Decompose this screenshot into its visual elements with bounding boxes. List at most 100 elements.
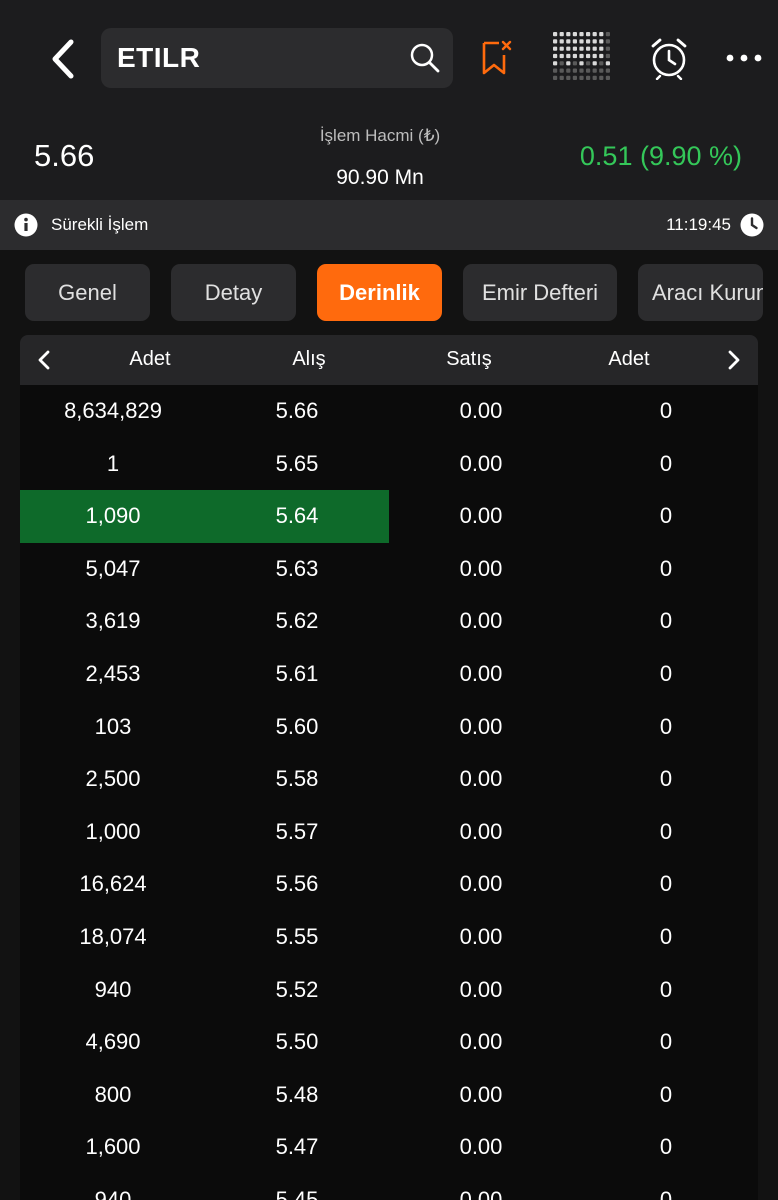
ask-qty-cell: 0 — [659, 1134, 673, 1160]
table-header: Adet Alış Satış Adet — [20, 335, 758, 385]
back-chevron-icon[interactable] — [40, 34, 86, 84]
chevron-left-icon[interactable] — [32, 347, 58, 373]
tab-label: Genel — [58, 279, 117, 305]
session-status-bar: Sürekli İşlem 11:19:45 — [0, 200, 778, 250]
session-time: 11:19:45 — [666, 215, 731, 234]
table-row[interactable]: 1,090 5.64 0.00 0 — [20, 490, 758, 543]
column-bid-qty[interactable]: Adet — [100, 348, 200, 371]
table-row[interactable]: 1,000 5.57 0.00 0 — [20, 806, 758, 859]
ask-price-cell: 0.00 — [459, 713, 503, 739]
bid-qty-cell: 1,000 — [85, 818, 141, 844]
ask-price-cell: 0.00 — [459, 555, 503, 581]
table-row[interactable]: 800 5.48 0.00 0 — [20, 1069, 758, 1122]
table-row[interactable]: 4,690 5.50 0.00 0 — [20, 1016, 758, 1069]
ask-price-cell: 0.00 — [459, 608, 503, 634]
bid-price-cell: 5.61 — [275, 660, 319, 686]
bid-price-cell: 5.65 — [275, 450, 319, 476]
ask-qty-cell: 0 — [659, 871, 673, 897]
remove-bookmark-icon[interactable] — [478, 38, 514, 78]
bid-qty-cell: 3,619 — [85, 608, 141, 634]
table-row[interactable]: 103 5.60 0.00 0 — [20, 701, 758, 754]
symbol-label: ETILR — [117, 42, 201, 73]
ask-price-cell: 0.00 — [459, 1029, 503, 1055]
price-change: 0.51 (9.90 %) — [579, 141, 742, 171]
bid-qty-cell: 940 — [94, 976, 132, 1002]
bid-price-cell: 5.56 — [275, 871, 319, 897]
tab-label: Aracı Kurum — [652, 279, 763, 305]
bid-qty-cell: 1,090 — [85, 503, 141, 529]
ask-price-cell: 0.00 — [459, 398, 503, 423]
clock-icon — [740, 213, 764, 237]
tab-araci-kurum[interactable]: Aracı Kurum — [638, 264, 763, 321]
ask-qty-cell: 0 — [659, 503, 673, 529]
matrix-icon[interactable] — [551, 30, 613, 84]
volume-value: 90.90 Mn — [336, 166, 424, 189]
ask-qty-cell: 0 — [659, 555, 673, 581]
table-row[interactable]: 1 5.65 0.00 0 — [20, 438, 758, 491]
table-row[interactable]: 2,453 5.61 0.00 0 — [20, 648, 758, 701]
tab-label: Detay — [204, 279, 263, 305]
ask-qty-cell: 0 — [659, 1029, 673, 1055]
table-row[interactable]: 2,500 5.58 0.00 0 — [20, 753, 758, 806]
chevron-right-icon[interactable] — [720, 347, 746, 373]
table-row[interactable]: 8,634,829 5.66 0.00 0 — [20, 385, 758, 438]
bid-price-cell: 5.45 — [275, 1186, 319, 1200]
bid-qty-cell: 1 — [106, 450, 120, 476]
ask-price-cell: 0.00 — [459, 503, 503, 529]
table-row[interactable]: 940 5.52 0.00 0 — [20, 964, 758, 1017]
bid-qty-cell: 1,600 — [85, 1134, 141, 1160]
bid-qty-cell: 4,690 — [85, 1029, 141, 1055]
search-icon[interactable] — [409, 42, 441, 74]
table-row[interactable]: 18,074 5.55 0.00 0 — [20, 911, 758, 964]
ask-price-cell: 0.00 — [459, 871, 503, 897]
alarm-icon[interactable] — [648, 36, 690, 80]
ask-price-cell: 0.00 — [459, 1081, 503, 1107]
info-icon[interactable] — [14, 213, 38, 237]
ask-price-cell: 0.00 — [459, 923, 503, 949]
tab-label: Emir Defteri — [481, 279, 599, 305]
quote-summary: 5.66 İşlem Hacmi (₺) 90.90 Mn 0.51 (9.90… — [0, 118, 778, 200]
ask-price-cell: 0.00 — [459, 450, 503, 476]
bid-qty-cell: 940 — [94, 1186, 132, 1200]
bid-price-cell: 5.58 — [275, 766, 319, 792]
tab-label: Derinlik — [339, 279, 420, 305]
bid-price-cell: 5.47 — [275, 1134, 319, 1160]
bid-qty-cell: 8,634,829 — [64, 398, 162, 423]
tab-detay[interactable]: Detay — [171, 264, 296, 321]
ask-qty-cell: 0 — [659, 976, 673, 1002]
tab-genel[interactable]: Genel — [25, 264, 150, 321]
bid-qty-cell: 18,074 — [79, 923, 147, 949]
ask-qty-cell: 0 — [659, 608, 673, 634]
ask-qty-cell: 0 — [659, 923, 673, 949]
bid-price-cell: 5.63 — [275, 555, 319, 581]
column-bid[interactable]: Alış — [259, 348, 359, 371]
bid-price-cell: 5.52 — [275, 976, 319, 1002]
column-ask[interactable]: Satış — [419, 348, 519, 371]
tab-derinlik[interactable]: Derinlik — [317, 264, 442, 321]
table-row[interactable]: 3,619 5.62 0.00 0 — [20, 595, 758, 648]
ask-qty-cell: 0 — [659, 450, 673, 476]
bid-price-cell: 5.66 — [275, 398, 319, 423]
bid-price-cell: 5.50 — [275, 1029, 319, 1055]
bid-price-cell: 5.57 — [275, 818, 319, 844]
ask-qty-cell: 0 — [659, 818, 673, 844]
symbol-search-field[interactable]: ETILR — [101, 28, 453, 88]
bid-qty-cell: 16,624 — [79, 871, 147, 897]
table-row[interactable]: 940 5.45 0.00 0 — [20, 1174, 758, 1200]
table-row[interactable]: 16,624 5.56 0.00 0 — [20, 858, 758, 911]
table-row[interactable]: 5,047 5.63 0.00 0 — [20, 543, 758, 596]
bid-price-cell: 5.55 — [275, 923, 319, 949]
ask-qty-cell: 0 — [659, 1081, 673, 1107]
tab-emir-defteri[interactable]: Emir Defteri — [463, 264, 617, 321]
bid-price-cell: 5.60 — [275, 713, 319, 739]
column-ask-qty[interactable]: Adet — [579, 348, 679, 371]
ask-qty-cell: 0 — [659, 766, 673, 792]
table-row[interactable]: 1,600 5.47 0.00 0 — [20, 1121, 758, 1174]
bid-price-cell: 5.64 — [275, 503, 319, 529]
volume-label: İşlem Hacmi (₺) — [319, 126, 441, 145]
ask-qty-cell: 0 — [659, 713, 673, 739]
bid-price-cell: 5.48 — [275, 1081, 319, 1107]
ask-price-cell: 0.00 — [459, 818, 503, 844]
depth-table: Adet Alış Satış Adet 8,634,829 5.66 0.00 0 1… — [0, 335, 778, 1200]
more-icon[interactable] — [722, 44, 766, 72]
